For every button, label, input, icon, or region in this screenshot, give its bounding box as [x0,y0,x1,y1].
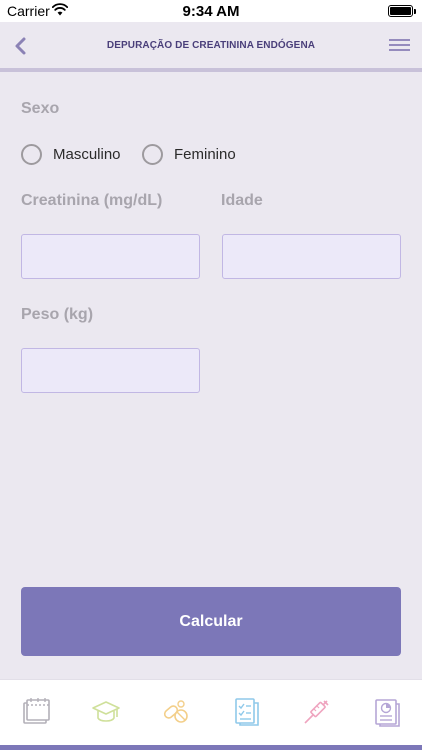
battery-icon [388,5,416,17]
clock-time: 9:34 AM [182,3,240,20]
syringe-icon[interactable] [302,697,332,727]
bottom-accent-strip [0,745,422,750]
radio-feminino-label: Feminino [174,146,236,163]
creatinine-input[interactable] [21,234,200,279]
radio-circle[interactable] [21,144,42,165]
checklist-document-icon[interactable] [232,697,262,727]
radio-masculino[interactable]: Masculino [21,144,121,165]
sex-label: Sexo [21,100,60,117]
menu-icon[interactable] [389,39,410,54]
weight-label: Peso (kg) [21,306,94,323]
age-input[interactable] [222,234,401,279]
page-title: DEPURAÇÃO DE CREATININA ENDÓGENA [106,40,316,51]
back-chevron-icon[interactable] [11,35,31,57]
radio-circle[interactable] [142,144,163,165]
calculate-button[interactable]: Calcular [21,587,401,656]
pills-icon[interactable] [161,697,191,727]
weight-input[interactable] [21,348,200,393]
radio-masculino-label: Masculino [53,146,121,163]
calendar-icon[interactable] [21,697,51,727]
navigation-bar: DEPURAÇÃO DE CREATININA ENDÓGENA [0,22,422,72]
creatinine-label: Creatinina (mg/dL) [21,192,163,209]
radio-feminino[interactable]: Feminino [142,144,236,165]
report-chart-icon[interactable] [372,697,402,727]
tab-bar [0,679,422,745]
age-label: Idade [221,192,263,209]
graduation-cap-icon[interactable] [91,697,121,727]
status-bar: Carrier 9:34 AM [0,0,422,22]
